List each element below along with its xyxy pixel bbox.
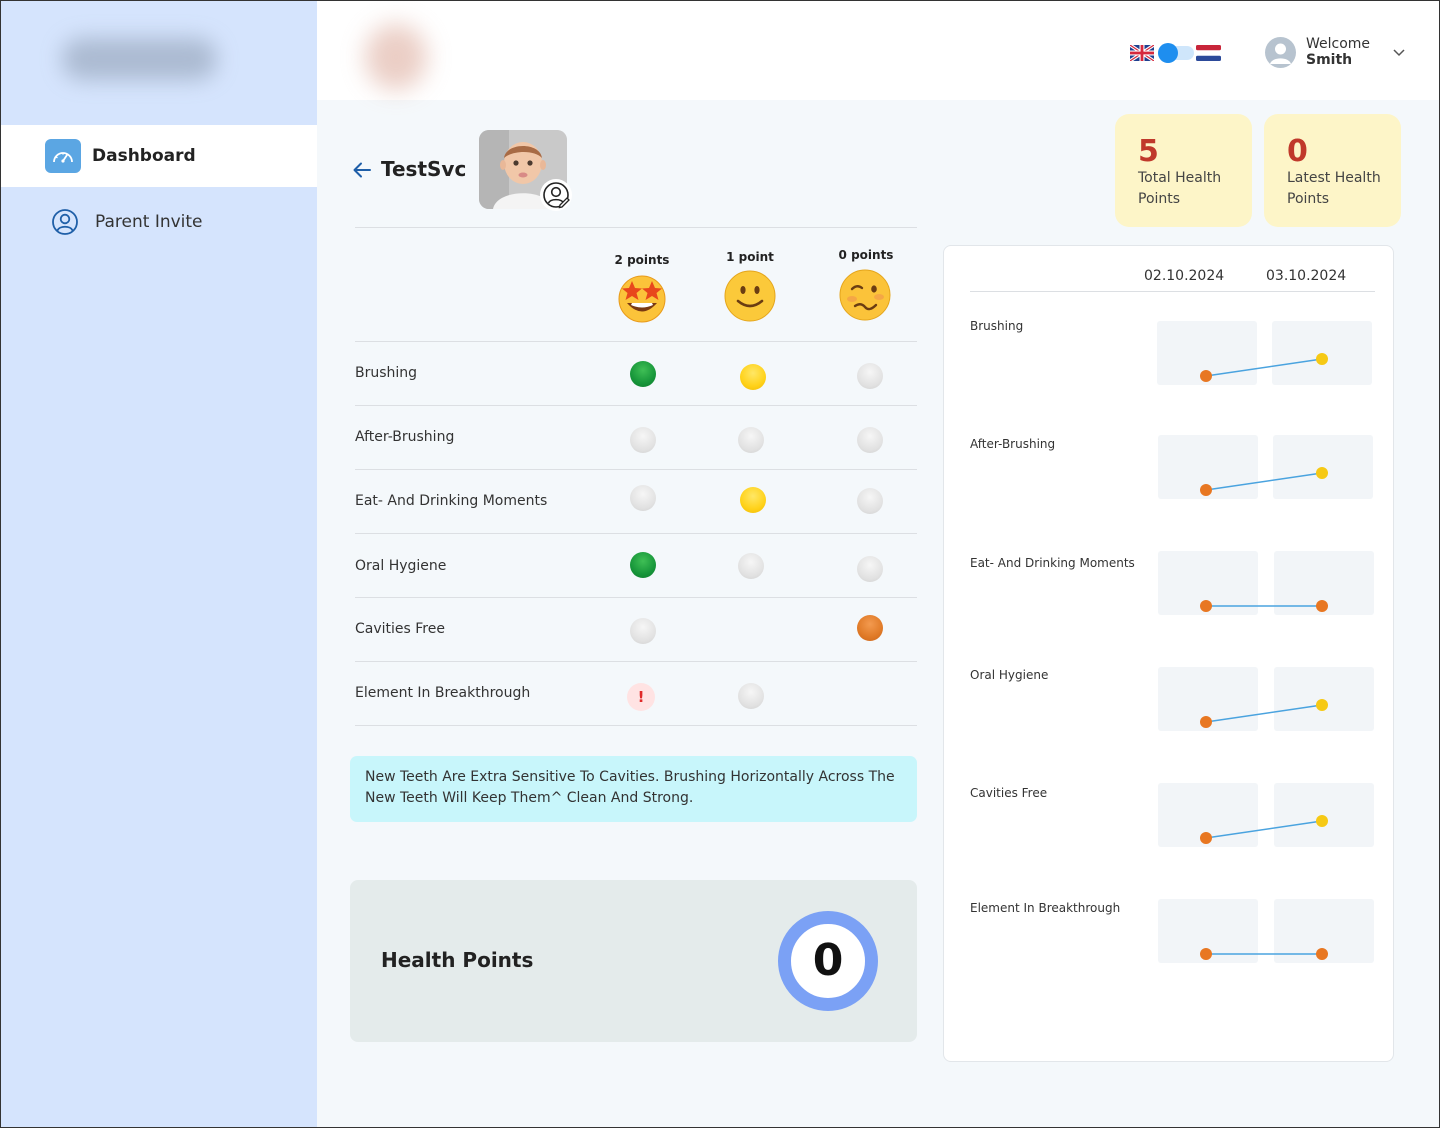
chart-label-cavities-free: Cavities Free — [970, 786, 1048, 800]
netherlands-flag-icon[interactable] — [1196, 45, 1221, 61]
table-divider — [355, 533, 917, 534]
score-dot-0-points[interactable] — [857, 556, 883, 582]
column-header-2-points: 2 points — [614, 253, 670, 267]
row-label-after-brushing: After-Brushing — [355, 429, 455, 445]
sidebar-item-label: Parent Invite — [95, 212, 203, 232]
chart-cell — [1157, 321, 1257, 385]
sidebar: Dashboard Parent Invite — [0, 0, 317, 1128]
back-arrow-icon[interactable] — [352, 160, 372, 180]
child-name: TestSvc — [381, 157, 467, 181]
user-edit-icon — [543, 182, 570, 209]
score-dot-0-points[interactable] — [857, 488, 883, 514]
score-dot-2-points[interactable] — [630, 485, 656, 511]
column-header-0-points: 0 points — [838, 248, 894, 262]
chart-cell — [1274, 783, 1374, 847]
user-circle-icon — [47, 205, 83, 239]
star-struck-emoji-icon — [618, 275, 666, 323]
chart-label-eat-and-drinking: Eat- And Drinking Moments — [970, 556, 1135, 570]
health-points-card: Health Points 0 — [350, 880, 917, 1042]
table-divider — [355, 661, 917, 662]
health-points-value: 0 — [812, 935, 844, 986]
stat-value: 5 — [1138, 134, 1159, 169]
chart-label-oral-hygiene: Oral Hygiene — [970, 668, 1049, 682]
stat-value: 0 — [1287, 134, 1308, 169]
top-header: Welcome Smith — [317, 0, 1440, 100]
chart-label-after-brushing: After-Brushing — [970, 437, 1056, 451]
health-points-ring: 0 — [778, 911, 878, 1011]
health-points-label: Health Points — [381, 948, 534, 972]
chart-cell — [1272, 321, 1372, 385]
chevron-down-icon[interactable] — [1391, 44, 1407, 60]
chart-cell — [1273, 435, 1373, 499]
progress-chart-panel: 02.10.2024 03.10.2024 Brushing After-Bru… — [943, 245, 1394, 1062]
sidebar-item-parent-invite[interactable]: Parent Invite — [0, 191, 317, 253]
total-health-points-card: 5 Total Health Points — [1115, 114, 1252, 227]
score-dot-1-point[interactable] — [738, 427, 764, 453]
app-logo — [62, 38, 217, 80]
chart-cell — [1158, 667, 1258, 731]
score-dot-0-points[interactable] — [857, 427, 883, 453]
chart-cell — [1158, 783, 1258, 847]
toggle-knob — [1158, 43, 1178, 63]
score-dot-1-point[interactable] — [740, 364, 766, 390]
speedometer-icon — [45, 139, 81, 173]
score-dot-2-points[interactable] — [630, 618, 656, 644]
latest-health-points-card: 0 Latest Health Points — [1264, 114, 1401, 227]
chart-date-1: 02.10.2024 — [1144, 268, 1225, 284]
chart-cell — [1274, 667, 1374, 731]
score-dot-2-points[interactable] — [630, 361, 656, 387]
alert-icon[interactable]: ! — [627, 683, 655, 711]
tip-message: New Teeth Are Extra Sensitive To Cavitie… — [350, 756, 917, 822]
score-dot-1-point[interactable] — [738, 553, 764, 579]
slightly-smiling-emoji-icon — [724, 270, 776, 322]
chart-date-2: 03.10.2024 — [1266, 268, 1347, 284]
chart-cell — [1158, 899, 1258, 963]
row-label-brushing: Brushing — [355, 365, 418, 381]
score-dot-0-points[interactable] — [857, 363, 883, 389]
username: Smith — [1306, 52, 1353, 68]
row-label-element-in-breakthrough: Element In Breakthrough — [355, 685, 531, 701]
chart-label-brushing: Brushing — [970, 319, 1024, 333]
table-divider — [355, 341, 917, 342]
table-divider — [355, 469, 917, 470]
welcome-text: Welcome — [1306, 36, 1371, 52]
row-label-cavities-free: Cavities Free — [355, 621, 445, 637]
chart-cell — [1158, 551, 1258, 615]
woozy-emoji-icon — [839, 269, 891, 321]
score-dot-1-point[interactable] — [738, 683, 764, 709]
stat-label: Latest Health Points — [1287, 170, 1381, 207]
brand-image — [365, 24, 427, 90]
chart-cell — [1158, 435, 1258, 499]
table-divider — [355, 405, 917, 406]
language-toggle[interactable] — [1158, 43, 1194, 63]
score-dot-0-points[interactable] — [857, 615, 883, 641]
column-header-1-point: 1 point — [726, 250, 774, 264]
score-dot-2-points[interactable] — [630, 552, 656, 578]
edit-photo-button[interactable] — [540, 179, 572, 211]
table-divider — [355, 725, 917, 726]
chart-cell — [1274, 551, 1374, 615]
stat-label: Total Health Points — [1138, 170, 1222, 207]
chart-label-element-in-breakthrough: Element In Breakthrough — [970, 901, 1121, 915]
table-divider — [355, 227, 917, 228]
user-avatar-icon[interactable] — [1265, 37, 1296, 68]
score-dot-1-point[interactable] — [740, 487, 766, 513]
uk-flag-icon[interactable] — [1130, 45, 1154, 61]
sidebar-item-dashboard[interactable]: Dashboard — [0, 125, 317, 187]
score-dot-2-points[interactable] — [630, 427, 656, 453]
chart-divider — [970, 291, 1375, 292]
row-label-oral-hygiene: Oral Hygiene — [355, 558, 447, 574]
row-label-eat-and-drinking: Eat- And Drinking Moments — [355, 493, 548, 509]
sidebar-item-label: Dashboard — [92, 146, 196, 166]
chart-cell — [1274, 899, 1374, 963]
table-divider — [355, 597, 917, 598]
